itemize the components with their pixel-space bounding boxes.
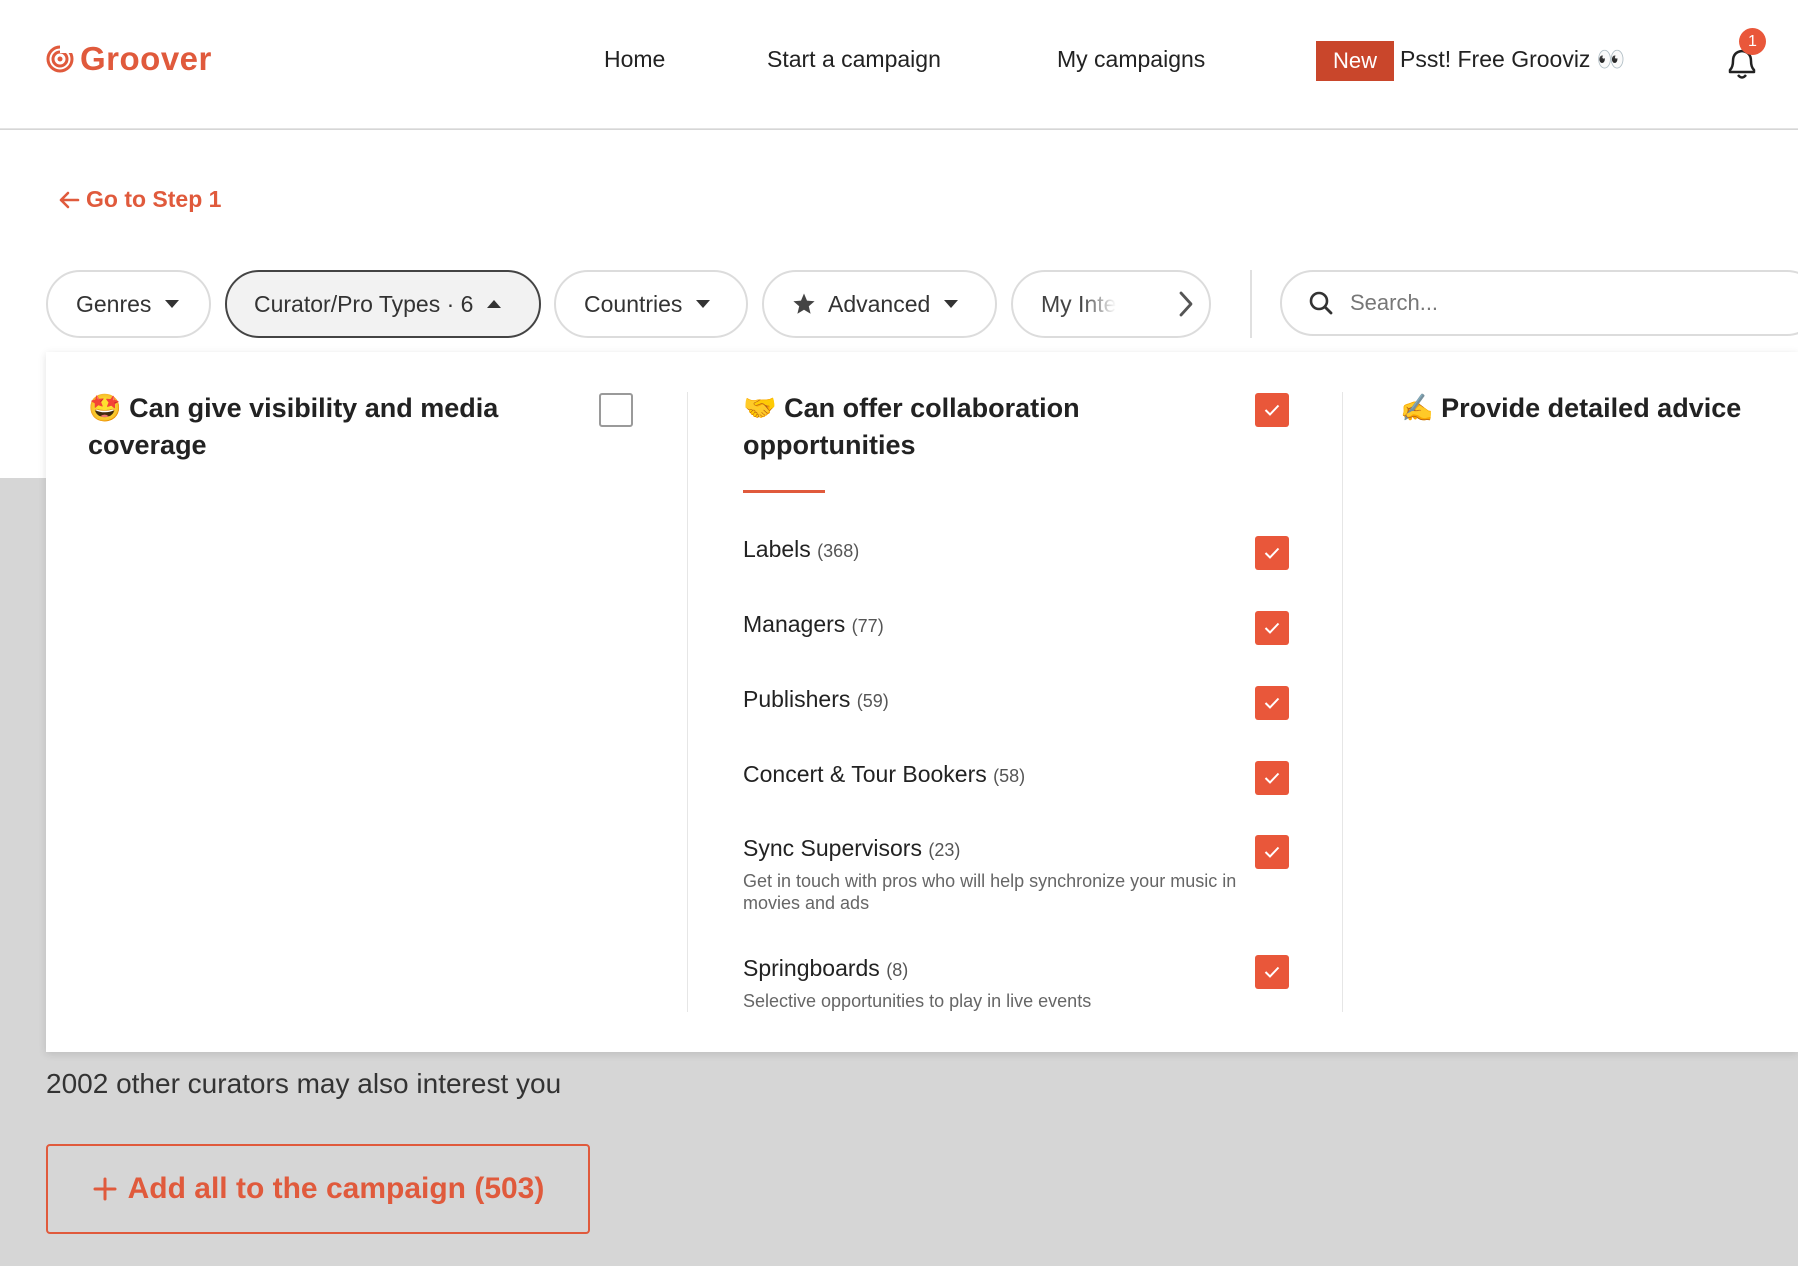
go-to-step-1-link[interactable]: Go to Step 1 (58, 186, 221, 213)
option-concert-bookers: Concert & Tour Bookers (58) (743, 761, 1025, 788)
collaboration-title: 🤝 Can offer collaboration opportunities (743, 393, 1080, 460)
option-label: Publishers (743, 686, 851, 712)
springboards-description: Selective opportunities to play in live … (743, 991, 1092, 1011)
check-icon (1264, 846, 1280, 858)
check-icon (1264, 622, 1280, 634)
visibility-media-title: 🤩 Can give visibility and media coverage (88, 393, 499, 460)
filter-genres-label: Genres (76, 290, 152, 317)
option-springboards: Springboards (8) (743, 955, 908, 982)
filter-advanced-label: Advanced (828, 290, 931, 317)
plus-icon (93, 1177, 117, 1201)
publishers-checkbox[interactable] (1255, 686, 1289, 720)
sync-supervisors-description: Get in touch with pros who will help syn… (743, 871, 1237, 913)
top-navbar: Groover Home Start a campaign My campaig… (0, 0, 1798, 129)
option-count: (58) (993, 766, 1026, 786)
filter-divider (1250, 270, 1252, 338)
option-label: Managers (743, 611, 846, 637)
collaboration-checkbox[interactable] (1255, 393, 1289, 427)
back-link-label: Go to Step 1 (86, 186, 222, 212)
sync-supervisors-checkbox[interactable] (1255, 835, 1289, 869)
curator-types-dropdown: 🤩 Can give visibility and media coverage… (46, 352, 1798, 1052)
check-icon (1264, 547, 1280, 559)
arrow-left-icon (59, 191, 80, 208)
new-badge: New (1316, 41, 1394, 81)
caret-up-icon (487, 300, 502, 308)
filter-my-interests-label: My Inte (1041, 290, 1117, 317)
groover-logo-icon (46, 45, 74, 73)
detailed-advice-title: ✍️ Provide detailed advice (1400, 393, 1742, 423)
column-divider (1342, 392, 1343, 1012)
grooviz-promo-link[interactable]: Psst! Free Grooviz 👀 (1400, 46, 1625, 73)
concert-bookers-checkbox[interactable] (1255, 761, 1289, 795)
option-labels: Labels (368) (743, 536, 859, 563)
check-icon (1264, 966, 1280, 978)
caret-down-icon (944, 300, 959, 308)
search-icon (1309, 291, 1333, 315)
notification-badge: 1 (1739, 28, 1766, 55)
search-input[interactable] (1348, 289, 1712, 317)
other-curators-text: 2002 other curators may also interest yo… (46, 1068, 562, 1099)
filter-countries[interactable]: Countries (554, 270, 748, 338)
add-all-label: Add all to the campaign (503) (127, 1172, 545, 1205)
star-icon (793, 293, 815, 314)
springboards-checkbox[interactable] (1255, 955, 1289, 989)
nav-home[interactable]: Home (604, 46, 665, 73)
option-label: Concert & Tour Bookers (743, 761, 987, 787)
chevron-right-icon[interactable] (1176, 290, 1196, 318)
search-box[interactable] (1280, 270, 1798, 336)
option-count: (77) (851, 616, 884, 636)
filter-curator-types[interactable]: Curator/Pro Types · 6 (225, 270, 541, 338)
column-divider (687, 392, 688, 1012)
nav-start-campaign[interactable]: Start a campaign (767, 46, 941, 73)
option-label: Springboards (743, 955, 880, 981)
option-label: Sync Supervisors (743, 835, 922, 861)
filter-countries-label: Countries (584, 290, 683, 317)
option-count: (8) (886, 960, 909, 980)
managers-checkbox[interactable] (1255, 611, 1289, 645)
brand-name: Groover (80, 40, 212, 77)
nav-my-campaigns[interactable]: My campaigns (1057, 46, 1205, 73)
filter-types-label: Curator/Pro Types · 6 (254, 290, 474, 317)
option-publishers: Publishers (59) (743, 686, 889, 713)
option-managers: Managers (77) (743, 611, 884, 638)
option-count: (368) (817, 541, 860, 561)
check-icon (1264, 404, 1280, 416)
visibility-media-checkbox[interactable] (599, 393, 633, 427)
groover-logo[interactable]: Groover (46, 40, 212, 78)
check-icon (1264, 697, 1280, 709)
labels-checkbox[interactable] (1255, 536, 1289, 570)
option-label: Labels (743, 536, 811, 562)
add-all-to-campaign-button[interactable]: Add all to the campaign (503) (46, 1144, 590, 1234)
check-icon (1264, 772, 1280, 784)
option-count: (23) (928, 840, 961, 860)
option-sync-supervisors: Sync Supervisors (23) (743, 835, 960, 862)
collaboration-underline (743, 490, 825, 493)
option-count: (59) (856, 691, 889, 711)
caret-down-icon (696, 300, 711, 308)
filter-genres[interactable]: Genres (46, 270, 211, 338)
filter-advanced[interactable]: Advanced (762, 270, 997, 338)
caret-down-icon (165, 300, 180, 308)
